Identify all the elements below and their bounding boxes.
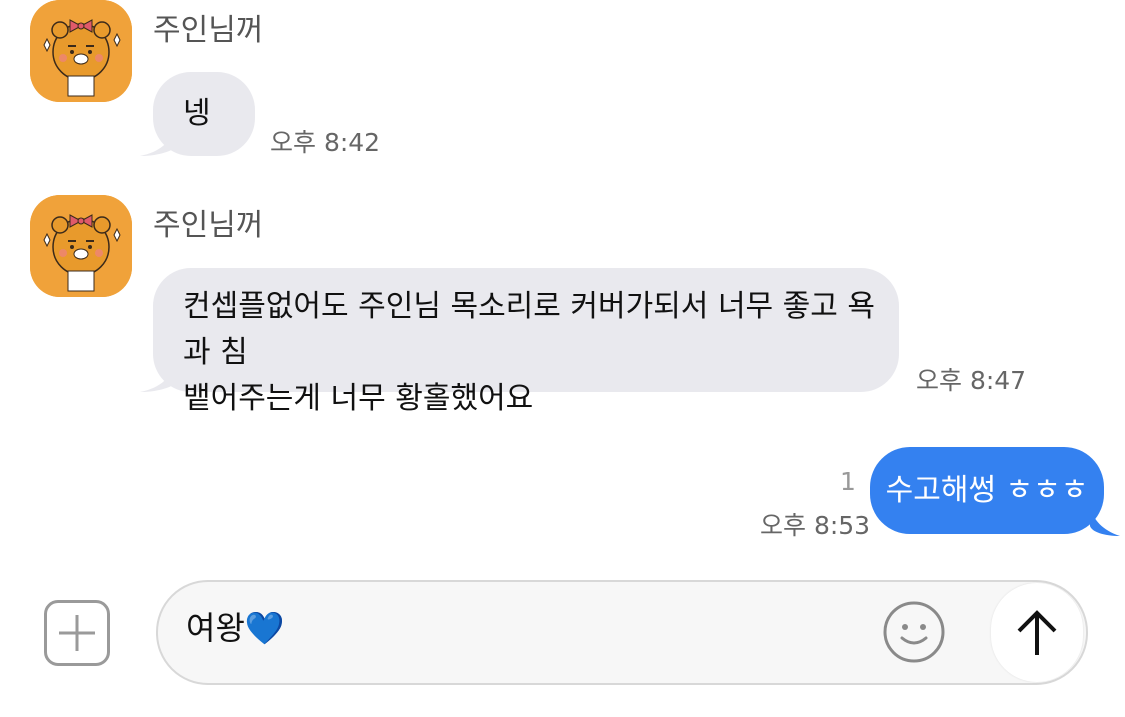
emoji-button[interactable] [882, 600, 946, 664]
bubble-tail [1090, 508, 1120, 536]
message-input-value: 여왕💙 [186, 609, 285, 647]
bubble-tail [140, 130, 174, 156]
message-text-line: 컨셉플없어도 주인님 목소리로 커버가되서 너무 좋고 욕과 침 [183, 289, 876, 370]
incoming-message-bubble[interactable]: 컨셉플없어도 주인님 목소리로 커버가되서 너무 좋고 욕과 침 뱉어주는게 너… [153, 268, 899, 416]
smiley-icon [883, 601, 945, 663]
outgoing-message-bubble[interactable]: 수고해썽 ㅎㅎㅎ [870, 447, 1104, 534]
sender-avatar[interactable] [30, 195, 132, 297]
message-text-line: 뱉어주는게 너무 황홀했어요 [183, 381, 534, 416]
sender-avatar[interactable] [30, 0, 132, 102]
plus-icon [59, 615, 95, 651]
send-button[interactable] [991, 583, 1083, 682]
message-timestamp: 오후 8:47 [916, 366, 1027, 395]
add-attachment-button[interactable] [44, 600, 110, 666]
message-input[interactable] [156, 580, 1088, 685]
message-timestamp: 오후 8:42 [270, 128, 381, 157]
ryan-character-icon [30, 0, 132, 102]
ryan-character-icon [30, 195, 132, 297]
arrow-up-icon [1017, 610, 1057, 655]
unread-count: 1 [840, 467, 856, 496]
sender-name: 주인님꺼 [153, 208, 264, 243]
bubble-tail [140, 366, 174, 392]
sender-name: 주인님꺼 [153, 13, 264, 48]
message-timestamp: 오후 8:53 [760, 511, 871, 540]
